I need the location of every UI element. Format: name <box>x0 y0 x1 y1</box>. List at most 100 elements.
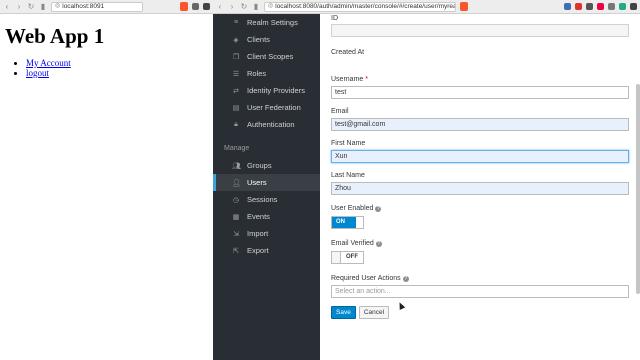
forward-icon[interactable]: › <box>228 0 236 14</box>
sidebar-item-label: Groups <box>247 161 272 170</box>
right-address-bar[interactable]: ◎ localhost:8080/auth/admin/master/conso… <box>264 1 456 12</box>
email-verified-toggle[interactable]: OFF <box>331 251 364 264</box>
help-icon[interactable]: ? <box>402 275 409 282</box>
list-icon: ☰ <box>232 70 240 78</box>
id-field <box>331 24 629 37</box>
first-name-label: First Name <box>331 140 366 147</box>
sidebar-item-import[interactable]: ⇲ Import <box>213 225 320 242</box>
id-label: ID <box>331 15 338 22</box>
content-scrollbar[interactable] <box>636 84 640 294</box>
extension-icon[interactable] <box>564 3 571 10</box>
help-icon[interactable]: ? <box>375 240 382 247</box>
first-name-field[interactable]: Xun <box>331 150 629 163</box>
email-verified-label-text: Email Verified <box>331 240 374 247</box>
required-marker: * <box>365 76 369 83</box>
left-browser-window: ‹ › ↻ ▮ ◎ localhost:8091 Web App 1 My Ac… <box>0 0 213 360</box>
user-enabled-label: User Enabled ? <box>331 205 630 212</box>
sidebar-item-client-scopes[interactable]: ❐ Client Scopes <box>213 48 320 65</box>
sidebar-item-label: Clients <box>247 35 270 44</box>
toggle-on-label: ON <box>332 217 356 228</box>
menu-icon[interactable] <box>630 3 637 10</box>
sidebar-item-label: Roles <box>247 69 267 78</box>
calendar-icon: ▦ <box>232 213 240 221</box>
save-button[interactable]: Save <box>331 306 356 319</box>
cancel-button[interactable]: Cancel <box>358 306 390 319</box>
reload-icon[interactable]: ↻ <box>240 0 248 14</box>
logout-link[interactable]: logout <box>26 68 49 78</box>
menu-icon[interactable] <box>203 3 210 10</box>
admin-sidebar: ≡ Realm Settings ◈ Clients ❐ Client Scop… <box>213 14 320 360</box>
username-field[interactable]: test <box>331 86 629 99</box>
sidebar-item-label: Realm Settings <box>247 18 298 27</box>
username-label-text: Username <box>331 76 364 83</box>
created-at-label: Created At <box>331 49 365 56</box>
right-url-text: localhost:8080/auth/admin/master/console… <box>275 3 455 10</box>
sidebar-item-authentication[interactable]: 🔒︎ Authentication <box>213 116 320 133</box>
sidebar-item-export[interactable]: ⇱ Export <box>213 242 320 259</box>
globe-icon: ◎ <box>268 3 274 9</box>
email-field[interactable]: test@gmail.com <box>331 118 629 131</box>
cube-icon: ◈ <box>233 36 239 44</box>
sidebar-item-identity-providers[interactable]: ⇄ Identity Providers <box>213 82 320 99</box>
user-enabled-toggle[interactable]: ON <box>331 216 364 229</box>
list-item: My Account <box>26 58 208 68</box>
last-name-label: Last Name <box>331 172 365 179</box>
export-icon: ⇱ <box>233 247 239 255</box>
toggle-knob <box>332 252 341 263</box>
username-label: Username * <box>331 76 630 83</box>
extension-icon[interactable] <box>575 3 582 10</box>
brave-shield-icon[interactable] <box>460 2 468 11</box>
sidebar-item-clients[interactable]: ◈ Clients <box>213 31 320 48</box>
globe-icon: ◎ <box>55 3 61 9</box>
extension-icon[interactable] <box>192 3 199 10</box>
back-icon[interactable]: ‹ <box>216 0 224 14</box>
extension-icon[interactable] <box>597 3 604 10</box>
extension-icon[interactable] <box>608 3 615 10</box>
sidebar-item-sessions[interactable]: ◷ Sessions <box>213 191 320 208</box>
clock-icon: ◷ <box>232 196 240 204</box>
sidebar-item-users[interactable]: 👤︎ Users <box>213 174 320 191</box>
reload-icon[interactable]: ↻ <box>27 0 35 14</box>
sidebar-item-label: User Federation <box>247 103 301 112</box>
bookmark-icon[interactable]: ▮ <box>39 0 47 14</box>
sliders-icon: ≡ <box>233 19 239 26</box>
help-icon[interactable]: ? <box>375 205 382 212</box>
sidebar-item-roles[interactable]: ☰ Roles <box>213 65 320 82</box>
sidebar-item-realm-settings[interactable]: ≡ Realm Settings <box>213 14 320 31</box>
page-title: Web App 1 <box>5 24 105 48</box>
bookmark-icon[interactable]: ▮ <box>252 0 260 14</box>
sidebar-item-events[interactable]: ▦ Events <box>213 208 320 225</box>
sidebar-item-label: Identity Providers <box>247 86 305 95</box>
toggle-knob <box>356 217 363 228</box>
left-address-bar[interactable]: ◎ localhost:8091 <box>51 1 143 12</box>
required-actions-label: Required User Actions ? <box>331 275 630 282</box>
sidebar-item-user-federation[interactable]: ▤ User Federation <box>213 99 320 116</box>
back-icon[interactable]: ‹ <box>3 0 11 14</box>
sidebar-item-label: Events <box>247 212 270 221</box>
lock-icon: 🔒︎ <box>234 120 238 128</box>
sidebar-item-label: Export <box>247 246 269 255</box>
forward-icon[interactable]: › <box>15 0 23 14</box>
left-browser-toolbar: ‹ › ↻ ▮ ◎ localhost:8091 <box>0 0 213 14</box>
sidebar-item-label: Users <box>247 178 267 187</box>
required-actions-label-text: Required User Actions <box>331 275 401 282</box>
last-name-field[interactable]: Zhou <box>331 182 629 195</box>
user-icon: 👤︎ <box>232 179 241 187</box>
link-list: My Account logout <box>5 58 208 78</box>
required-actions-select[interactable]: Select an action... <box>331 285 629 298</box>
right-browser-toolbar: ‹ › ↻ ▮ ◎ localhost:8080/auth/admin/mast… <box>213 0 640 14</box>
email-verified-label: Email Verified ? <box>331 240 630 247</box>
toggle-off-label: OFF <box>341 252 363 263</box>
database-icon: ▤ <box>232 104 240 112</box>
import-icon: ⇲ <box>233 230 239 238</box>
sidebar-item-label: Authentication <box>247 120 295 129</box>
extension-icon[interactable] <box>619 3 626 10</box>
create-user-form: ID Created At Username * test Email test… <box>320 14 640 360</box>
user-enabled-label-text: User Enabled <box>331 205 374 212</box>
brave-shield-icon[interactable] <box>180 2 188 11</box>
my-account-link[interactable]: My Account <box>26 58 71 68</box>
form-actions: Save Cancel <box>331 306 630 319</box>
sidebar-section-manage: Manage <box>224 144 250 152</box>
sidebar-item-groups[interactable]: 👥︎ Groups <box>213 157 320 174</box>
extension-icon[interactable] <box>586 3 593 10</box>
